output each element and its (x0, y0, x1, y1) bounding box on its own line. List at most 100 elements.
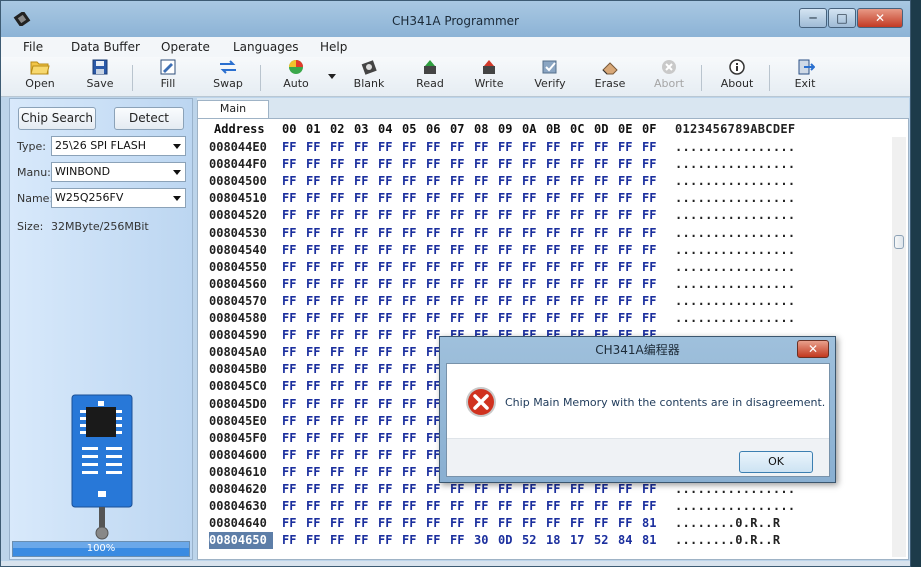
hex-byte[interactable]: FF (306, 361, 328, 378)
hex-byte[interactable]: FF (498, 207, 520, 224)
open-button[interactable]: Open (12, 59, 68, 95)
hex-byte[interactable]: FF (642, 498, 664, 515)
hex-byte[interactable]: FF (330, 430, 352, 447)
hex-byte[interactable]: FF (282, 378, 304, 395)
hex-byte[interactable]: FF (378, 259, 400, 276)
hex-byte[interactable]: FF (354, 378, 376, 395)
hex-byte[interactable]: FF (354, 515, 376, 532)
hex-byte[interactable]: FF (402, 225, 424, 242)
menu-file[interactable]: File (23, 40, 43, 54)
hex-byte[interactable]: FF (642, 207, 664, 224)
hex-byte[interactable]: FF (330, 464, 352, 481)
hex-byte[interactable]: FF (402, 498, 424, 515)
hex-byte[interactable]: FF (426, 173, 448, 190)
hex-byte[interactable]: FF (570, 481, 592, 498)
hex-byte[interactable]: FF (378, 242, 400, 259)
hex-byte[interactable]: FF (450, 293, 472, 310)
hex-byte[interactable]: FF (498, 293, 520, 310)
hex-byte[interactable]: 30 (474, 532, 496, 549)
hex-byte[interactable]: FF (282, 242, 304, 259)
hex-byte[interactable]: FF (498, 310, 520, 327)
menu-languages[interactable]: Languages (233, 40, 298, 54)
hex-byte[interactable]: FF (594, 225, 616, 242)
hex-byte[interactable]: FF (378, 447, 400, 464)
hex-byte[interactable]: FF (546, 310, 568, 327)
hex-byte[interactable]: FF (570, 156, 592, 173)
hex-byte[interactable]: FF (306, 276, 328, 293)
hex-byte[interactable]: FF (498, 259, 520, 276)
detect-button[interactable]: Detect (114, 107, 184, 130)
hex-byte[interactable]: FF (594, 190, 616, 207)
hex-byte[interactable]: FF (402, 259, 424, 276)
hex-byte[interactable]: FF (306, 378, 328, 395)
hex-byte[interactable]: FF (450, 310, 472, 327)
hex-byte[interactable]: FF (522, 173, 544, 190)
about-button[interactable]: About (709, 59, 765, 95)
save-button[interactable]: Save (72, 59, 128, 95)
hex-byte[interactable]: FF (354, 139, 376, 156)
hex-byte[interactable]: FF (306, 259, 328, 276)
hex-byte[interactable]: FF (402, 207, 424, 224)
hex-byte[interactable]: FF (546, 207, 568, 224)
hex-byte[interactable]: FF (330, 276, 352, 293)
hex-byte[interactable]: FF (306, 310, 328, 327)
hex-byte[interactable]: FF (378, 207, 400, 224)
hex-byte[interactable]: 17 (570, 532, 592, 549)
hex-byte[interactable]: FF (330, 515, 352, 532)
hex-byte[interactable]: FF (378, 310, 400, 327)
hex-byte[interactable]: FF (546, 173, 568, 190)
write-button[interactable]: Write (461, 59, 517, 95)
hex-byte[interactable]: FF (306, 413, 328, 430)
hex-byte[interactable]: FF (306, 515, 328, 532)
hex-byte[interactable]: FF (618, 515, 640, 532)
hex-byte[interactable]: FF (378, 190, 400, 207)
ok-button[interactable]: OK (739, 451, 813, 473)
hex-byte[interactable]: FF (378, 276, 400, 293)
hex-byte[interactable]: FF (450, 139, 472, 156)
hex-byte[interactable]: FF (522, 156, 544, 173)
hex-byte[interactable]: FF (354, 242, 376, 259)
hex-byte[interactable]: FF (330, 532, 352, 549)
hex-byte[interactable]: FF (594, 515, 616, 532)
hex-byte[interactable]: FF (474, 293, 496, 310)
hex-byte[interactable]: FF (282, 310, 304, 327)
hex-byte[interactable]: FF (330, 498, 352, 515)
hex-byte[interactable]: FF (498, 156, 520, 173)
hex-byte[interactable]: FF (642, 156, 664, 173)
hex-byte[interactable]: FF (354, 293, 376, 310)
hex-byte[interactable]: FF (474, 276, 496, 293)
hex-byte[interactable]: FF (618, 242, 640, 259)
hex-byte[interactable]: FF (594, 310, 616, 327)
hex-byte[interactable]: FF (498, 515, 520, 532)
hex-byte[interactable]: FF (282, 259, 304, 276)
hex-byte[interactable]: FF (330, 413, 352, 430)
hex-byte[interactable]: FF (474, 225, 496, 242)
hex-byte[interactable]: FF (330, 225, 352, 242)
hex-byte[interactable]: FF (426, 259, 448, 276)
hex-byte[interactable]: FF (402, 361, 424, 378)
hex-byte[interactable]: FF (474, 259, 496, 276)
hex-byte[interactable]: 18 (546, 532, 568, 549)
erase-button[interactable]: Erase (582, 59, 638, 95)
hex-byte[interactable]: FF (642, 173, 664, 190)
hex-byte[interactable]: FF (594, 242, 616, 259)
auto-button[interactable]: Auto (268, 59, 324, 95)
hex-byte[interactable]: FF (522, 293, 544, 310)
hex-byte[interactable]: FF (618, 173, 640, 190)
hex-byte[interactable]: FF (594, 156, 616, 173)
hex-byte[interactable]: FF (402, 464, 424, 481)
hex-byte[interactable]: FF (522, 310, 544, 327)
hex-byte[interactable]: FF (642, 225, 664, 242)
hex-byte[interactable]: FF (522, 207, 544, 224)
hex-byte[interactable]: FF (450, 207, 472, 224)
hex-byte[interactable]: FF (354, 225, 376, 242)
hex-byte[interactable]: FF (378, 430, 400, 447)
hex-byte[interactable]: FF (642, 276, 664, 293)
hex-byte[interactable]: FF (426, 293, 448, 310)
hex-byte[interactable]: FF (330, 396, 352, 413)
hex-byte[interactable]: FF (450, 156, 472, 173)
hex-byte[interactable]: FF (330, 139, 352, 156)
hex-byte[interactable]: FF (402, 242, 424, 259)
hex-byte[interactable]: FF (354, 344, 376, 361)
hex-byte[interactable]: FF (474, 207, 496, 224)
